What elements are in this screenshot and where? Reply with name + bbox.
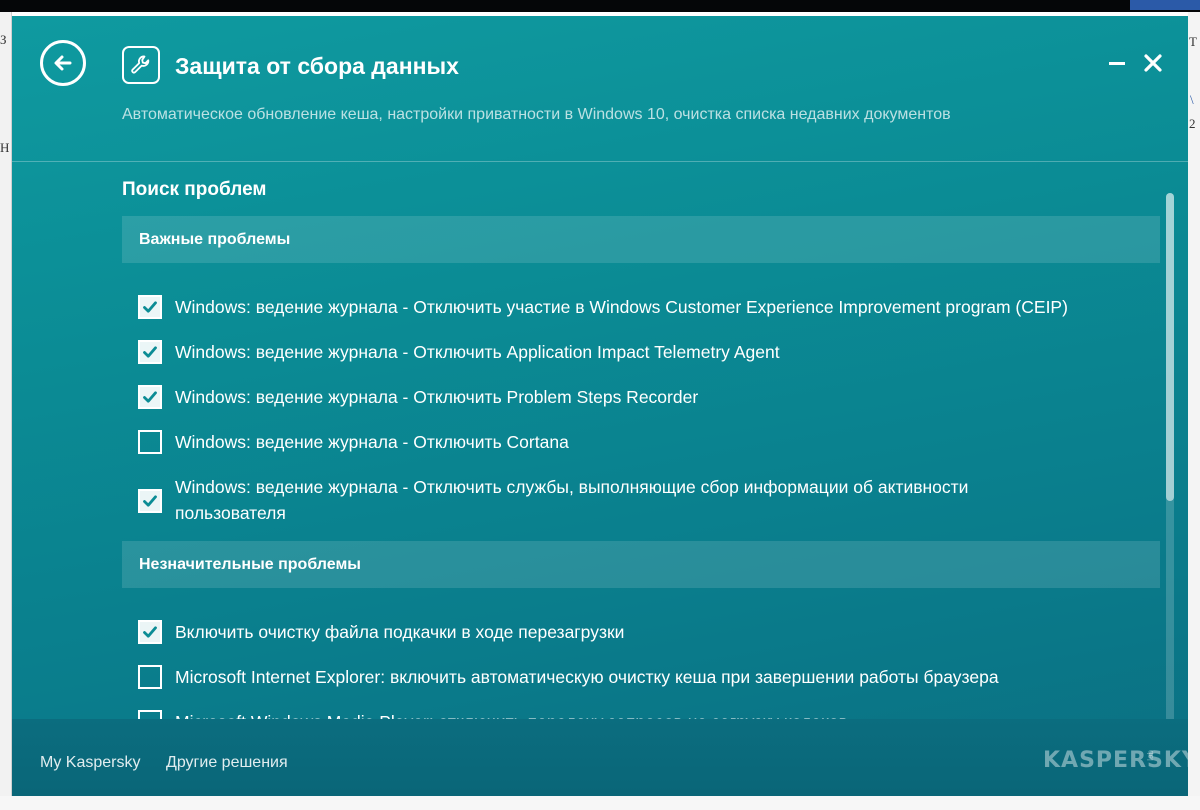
checkbox[interactable] bbox=[138, 340, 162, 364]
window-header: Защита от сбора данных Автоматическое об… bbox=[12, 16, 1188, 162]
arrow-left-icon bbox=[54, 55, 72, 71]
group-header-important: Важные проблемы bbox=[122, 216, 1160, 263]
minimize-icon bbox=[1109, 62, 1125, 65]
scrollbar-thumb[interactable] bbox=[1166, 193, 1174, 501]
check-item-label: Windows: ведение журнала - Отключить слу… bbox=[175, 477, 969, 523]
group-title: Незначительные проблемы bbox=[139, 555, 361, 573]
background-taskbar bbox=[0, 0, 1200, 12]
page-subtitle: Автоматическое обновление кеша, настройк… bbox=[122, 106, 951, 123]
other-solutions-link[interactable]: Другие решения bbox=[166, 754, 288, 772]
background-text: Н bbox=[0, 140, 10, 155]
checkbox[interactable] bbox=[138, 620, 162, 644]
check-item-label: Windows: ведение журнала - Отключить Pro… bbox=[175, 387, 699, 407]
check-item-pagefile[interactable]: Включить очистку файла подкачки в ходе п… bbox=[138, 619, 1158, 645]
wrench-icon bbox=[122, 46, 160, 84]
check-item-label: Включить очистку файла подкачки в ходе п… bbox=[175, 622, 625, 642]
page-title: Защита от сбора данных bbox=[175, 53, 459, 79]
background-text: Т bbox=[1189, 34, 1197, 49]
checkmark-icon bbox=[143, 346, 157, 358]
check-item-ie-cache[interactable]: Microsoft Internet Explorer: включить ав… bbox=[138, 664, 1158, 690]
close-icon bbox=[1144, 54, 1162, 72]
scrollbar[interactable] bbox=[1166, 193, 1174, 719]
privacy-protection-window: Защита от сбора данных Автоматическое об… bbox=[12, 16, 1188, 796]
check-item-ceip[interactable]: Windows: ведение журнала - Отключить уча… bbox=[138, 294, 1158, 320]
checkbox[interactable] bbox=[138, 295, 162, 319]
check-item-label: Windows: ведение журнала - Отключить Cor… bbox=[175, 432, 569, 452]
check-item-label: Windows: ведение журнала - Отключить App… bbox=[175, 342, 780, 362]
section-title: Поиск проблем bbox=[122, 179, 267, 200]
checkbox[interactable] bbox=[138, 488, 162, 513]
check-item-steps-recorder[interactable]: Windows: ведение журнала - Отключить Pro… bbox=[138, 384, 1158, 410]
checkbox[interactable] bbox=[138, 665, 162, 689]
checkmark-icon bbox=[143, 301, 157, 313]
kaspersky-logo-lab: lab bbox=[1146, 750, 1155, 761]
back-button[interactable] bbox=[40, 40, 86, 86]
close-button[interactable] bbox=[1140, 50, 1166, 76]
checkbox[interactable] bbox=[138, 710, 162, 719]
group-title: Важные проблемы bbox=[139, 230, 291, 248]
check-item-cortana[interactable]: Windows: ведение журнала - Отключить Cor… bbox=[138, 429, 1158, 455]
checkmark-icon bbox=[143, 626, 157, 638]
checkbox[interactable] bbox=[138, 430, 162, 454]
minimize-button[interactable] bbox=[1104, 50, 1130, 76]
check-item-telemetry-agent[interactable]: Windows: ведение журнала - Отключить App… bbox=[138, 339, 1158, 365]
check-item-label: Microsoft Windows Media Player: отключит… bbox=[175, 709, 848, 719]
background-text: 2 bbox=[1189, 116, 1196, 131]
window-footer: My Kaspersky Другие решения KASPERSKY la… bbox=[12, 719, 1188, 796]
checkmark-icon bbox=[143, 391, 157, 403]
background-text: \ bbox=[1190, 92, 1194, 107]
checkbox[interactable] bbox=[138, 385, 162, 409]
background-window-bottom bbox=[0, 796, 1200, 810]
background-text: З bbox=[0, 32, 7, 47]
check-item-activity-services[interactable]: Windows: ведение журнала - Отключить слу… bbox=[138, 474, 1158, 526]
check-item-label: Microsoft Internet Explorer: включить ав… bbox=[175, 667, 999, 687]
background-window-right: Т \ 2 bbox=[1188, 12, 1200, 810]
check-item-label: Windows: ведение журнала - Отключить уча… bbox=[175, 297, 1068, 317]
my-kaspersky-link[interactable]: My Kaspersky bbox=[40, 754, 140, 772]
check-item-media-player[interactable]: Microsoft Windows Media Player: отключит… bbox=[138, 709, 1158, 719]
kaspersky-logo: KASPERSKY bbox=[1043, 748, 1188, 773]
group-header-minor: Незначительные проблемы bbox=[122, 541, 1160, 588]
checkmark-icon bbox=[143, 494, 157, 507]
scan-results-panel: Поиск проблем Важные проблемы Windows: в… bbox=[12, 163, 1188, 719]
background-window-edge bbox=[1130, 0, 1200, 10]
background-window-left: З Н bbox=[0, 12, 12, 810]
